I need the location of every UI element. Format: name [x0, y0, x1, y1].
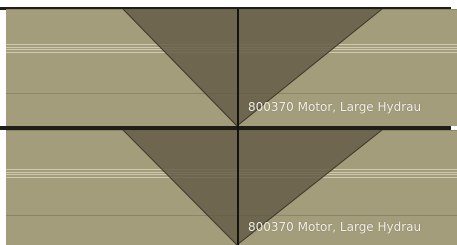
clip-name: 800370 Motor, Large Hydrau [248, 220, 422, 234]
playhead[interactable] [237, 9, 239, 245]
clip-name: 800370 Motor, Large Hydrau [248, 100, 422, 114]
timeline-view: 800370 Motor, Large Hydrau 800370 Motor,… [0, 0, 457, 245]
crossfade-overlay [122, 8, 383, 245]
